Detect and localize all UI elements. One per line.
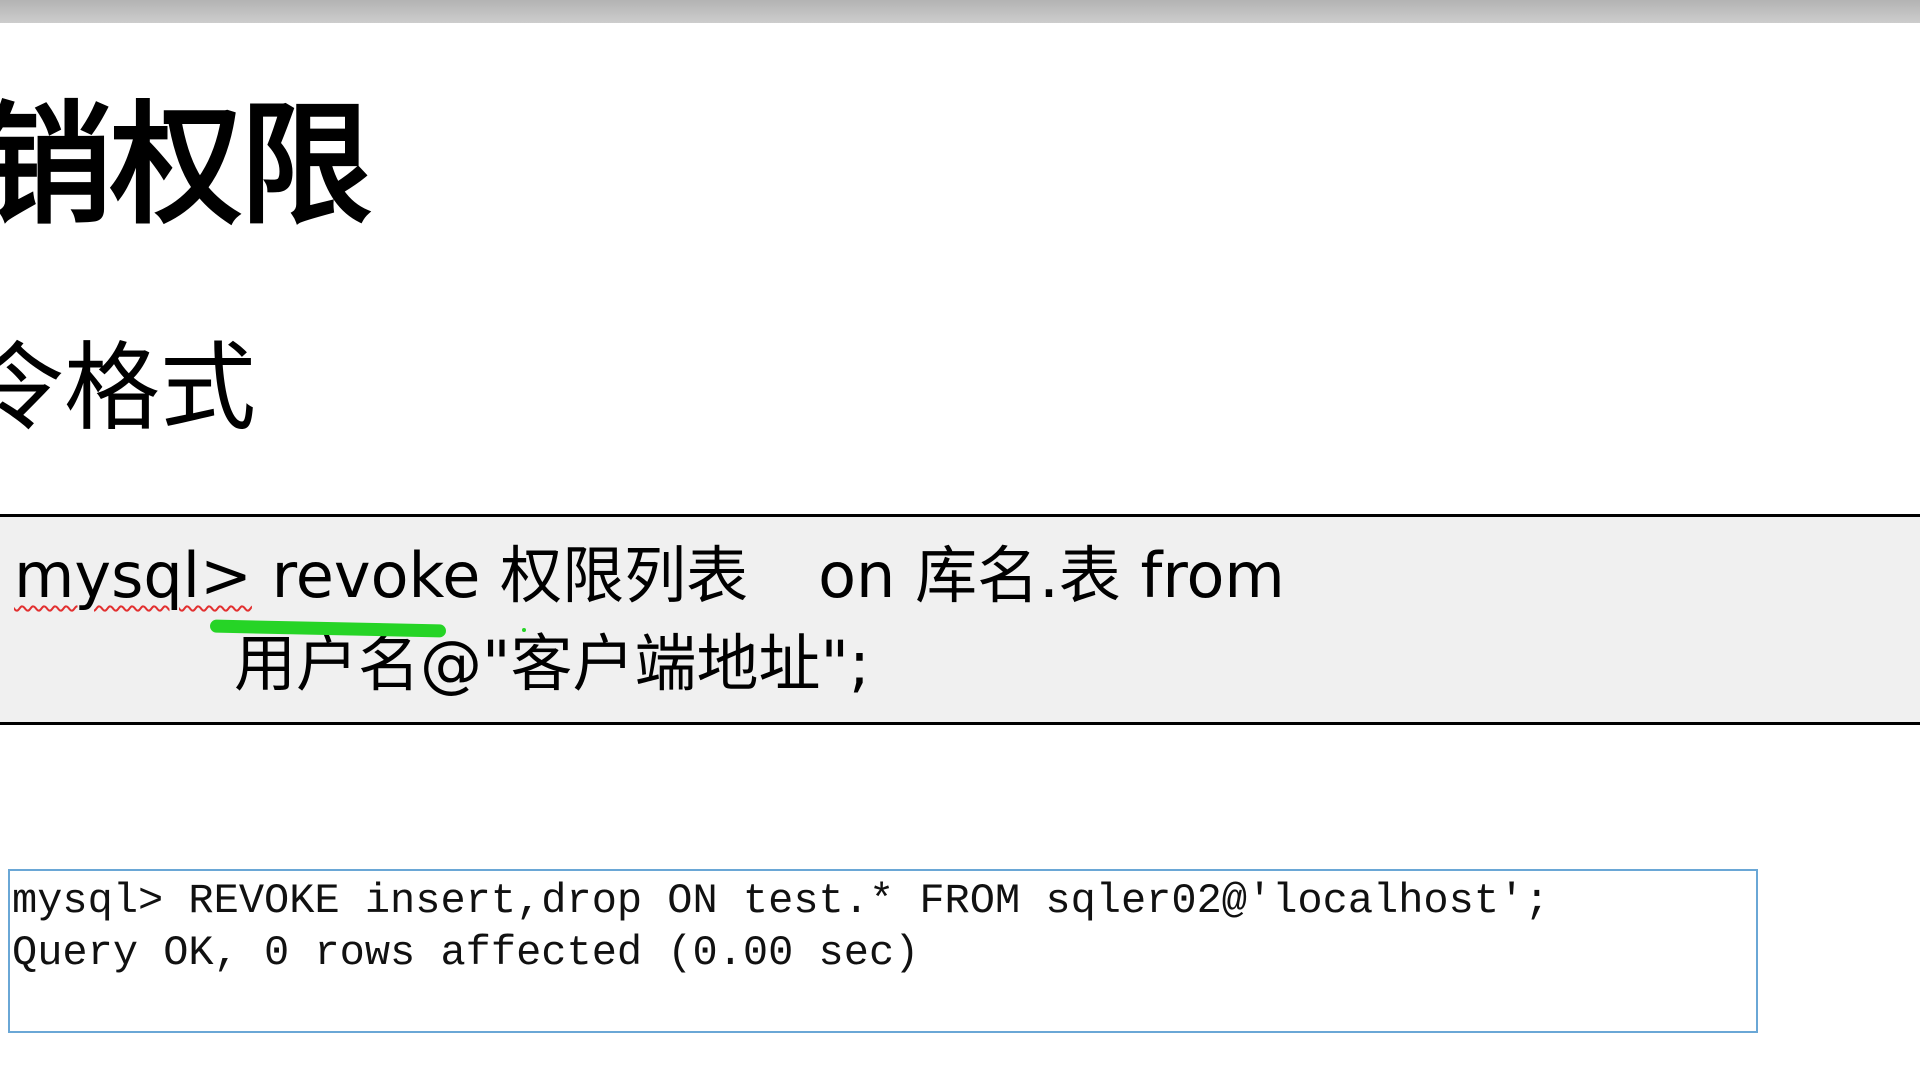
window-top-bar xyxy=(0,0,1920,23)
slide-title: 销权限 xyxy=(0,89,372,243)
syntax-keyword-revoke: revoke xyxy=(271,539,481,612)
syntax-prompt: mysql> xyxy=(14,539,252,612)
syntax-line-2: 用户名@"客户端地址"; xyxy=(234,627,870,700)
syntax-target: 库名.表 xyxy=(915,539,1121,612)
slide-subtitle: 令格式 xyxy=(0,332,256,444)
syntax-privileges: 权限列表 xyxy=(500,539,749,612)
terminal-command-line: mysql> REVOKE insert,drop ON test.* FROM… xyxy=(12,877,1550,925)
green-dot-annotation xyxy=(522,628,526,632)
terminal-output-line: Query OK, 0 rows affected (0.00 sec) xyxy=(12,929,920,977)
syntax-keyword-on: on xyxy=(818,539,896,612)
syntax-keyword-from: from xyxy=(1140,539,1285,612)
syntax-line-1: mysql> revoke 权限列表 on 库名.表 from xyxy=(14,540,1285,611)
